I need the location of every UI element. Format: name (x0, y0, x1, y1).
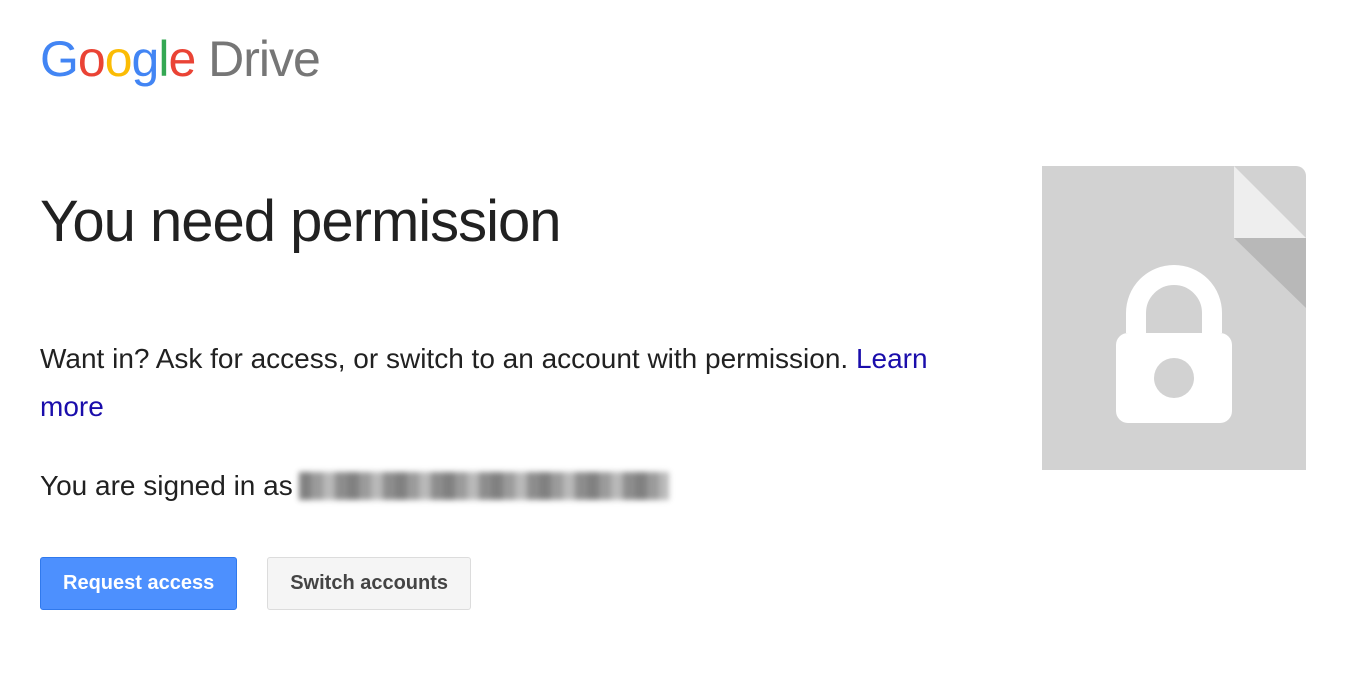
switch-accounts-button[interactable]: Switch accounts (267, 557, 471, 610)
signed-in-account-redacted (299, 472, 669, 500)
button-row: Request access Switch accounts (40, 557, 990, 610)
subtext-body: Want in? Ask for access, or switch to an… (40, 343, 856, 374)
signed-in-row: You are signed in as (40, 470, 990, 502)
permission-subtext: Want in? Ask for access, or switch to an… (40, 335, 990, 430)
page-title: You need permission (40, 188, 990, 255)
drive-word: Drive (208, 31, 320, 87)
google-word: Google (40, 31, 195, 87)
signed-in-prefix: You are signed in as (40, 470, 293, 502)
google-drive-logo: Google Drive (40, 30, 1324, 88)
locked-file-icon (1034, 158, 1314, 478)
request-access-button[interactable]: Request access (40, 557, 237, 610)
